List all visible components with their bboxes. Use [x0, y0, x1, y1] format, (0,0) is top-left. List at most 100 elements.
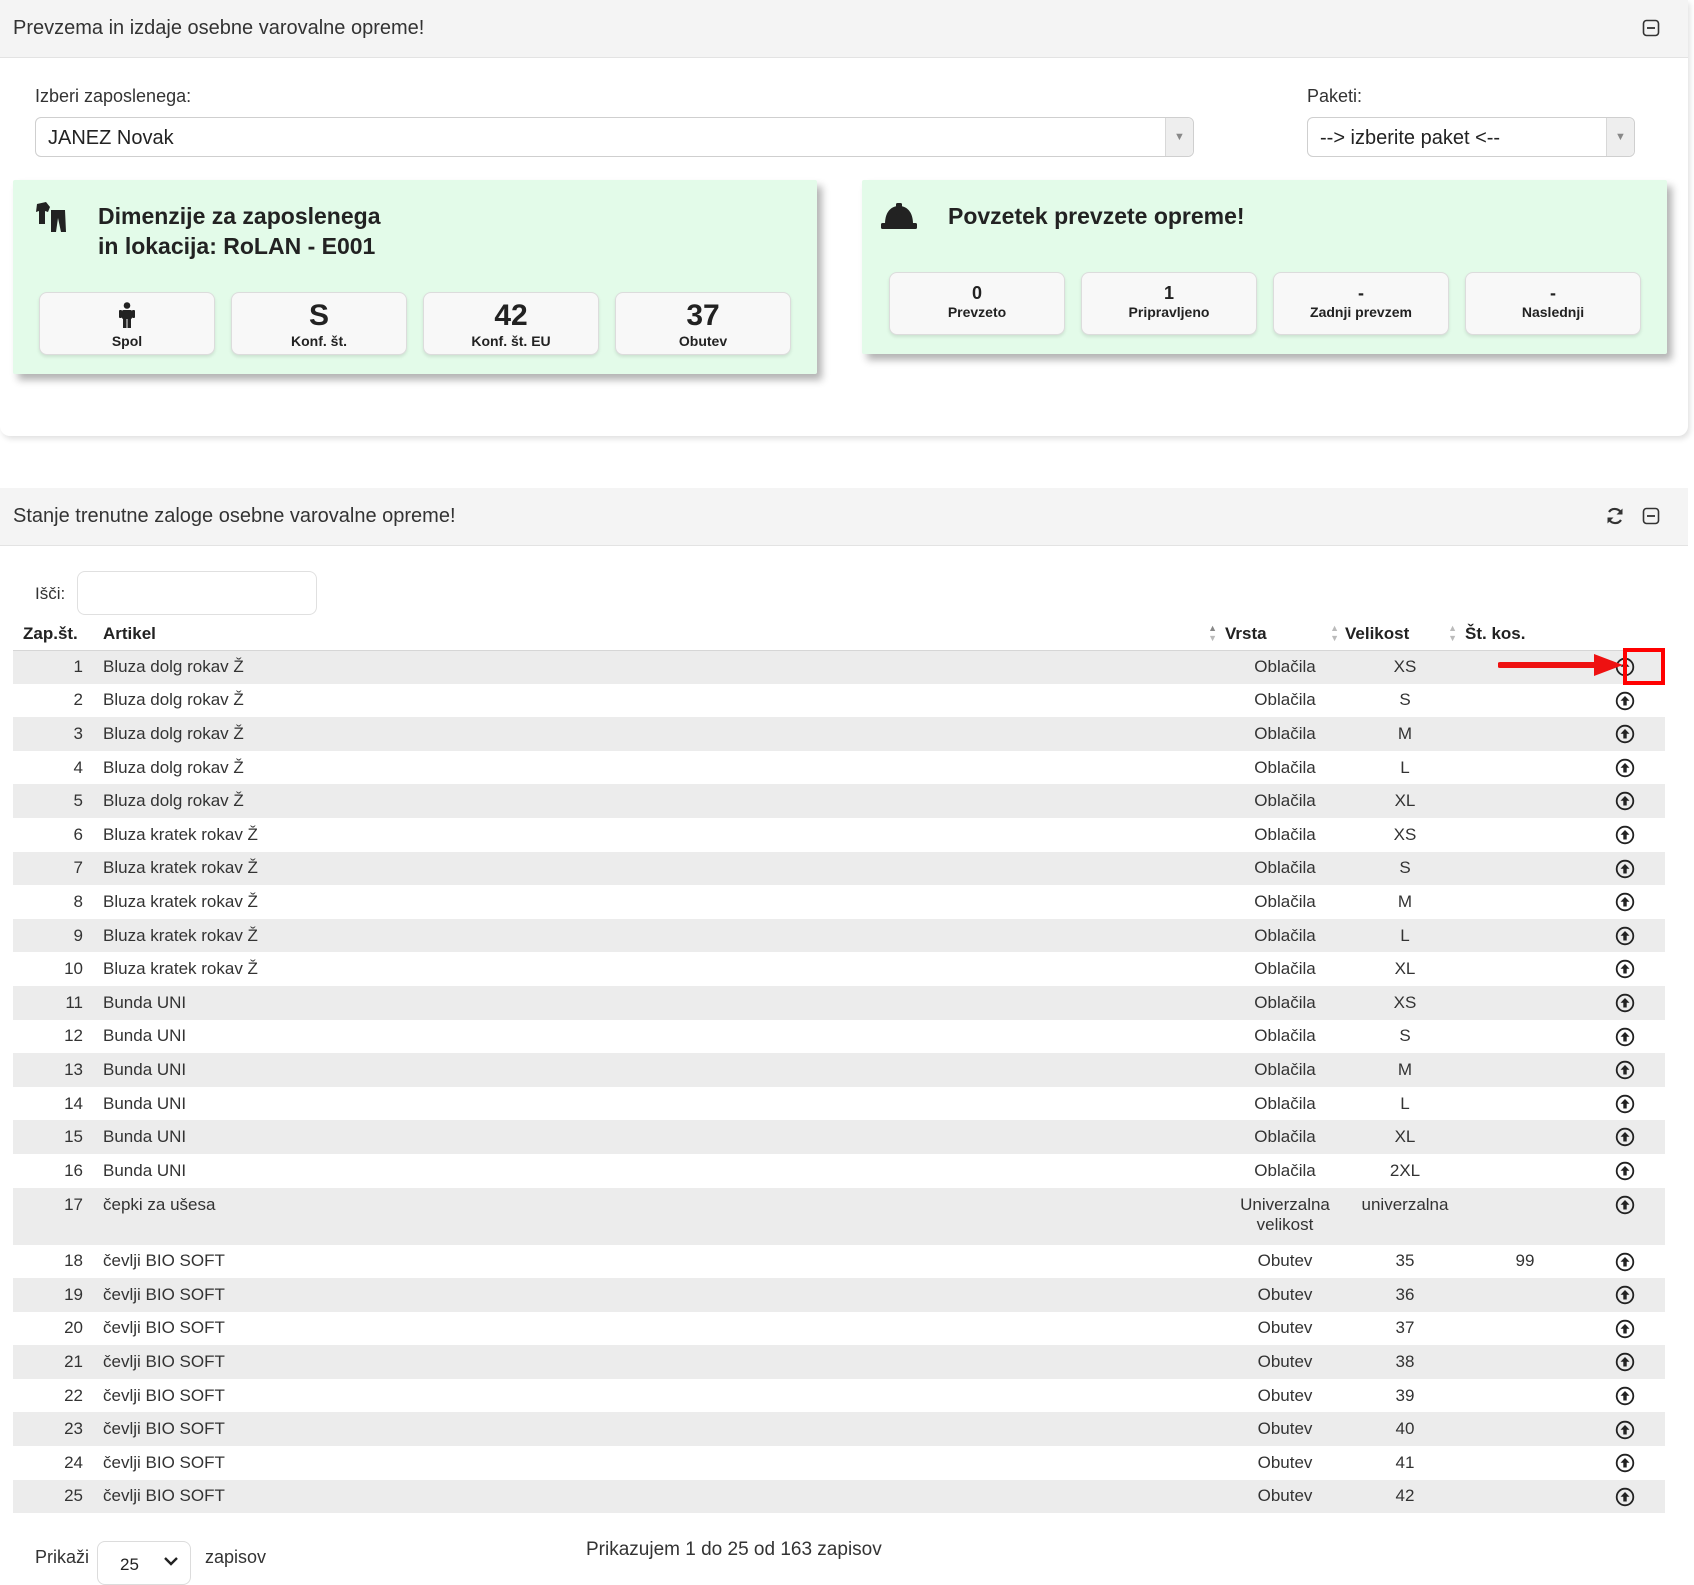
circle-arrow-up-icon[interactable] — [1615, 926, 1635, 946]
circle-arrow-up-icon[interactable] — [1615, 691, 1635, 711]
table-row: 25 čevlji BIO SOFT Obutev 42 — [13, 1479, 1665, 1514]
row-count: 99 — [1515, 1251, 1535, 1271]
circle-arrow-up-icon[interactable] — [1615, 1319, 1635, 1339]
circle-arrow-up-icon[interactable] — [1615, 724, 1635, 744]
row-article: čevlji BIO SOFT — [103, 1318, 225, 1338]
row-size: M — [1397, 1059, 1413, 1079]
collapse-button[interactable] — [1640, 505, 1662, 527]
row-article: Bluza kratek rokav Ž — [103, 959, 258, 979]
row-type: Obutev — [1257, 1284, 1313, 1304]
circle-arrow-up-icon[interactable] — [1615, 993, 1635, 1013]
highlight-box-annotation — [1623, 648, 1665, 685]
table-row: 2 Bluza dolg rokav Ž Oblačila S — [13, 684, 1665, 718]
row-number: 12 — [64, 1026, 83, 1046]
packages-label: Paketi: — [1307, 86, 1363, 106]
row-size: M — [1397, 891, 1413, 911]
table-row: 15 Bunda UNI Oblačila XL — [13, 1120, 1665, 1154]
table-row: 14 Bunda UNI Oblačila L — [13, 1087, 1665, 1121]
collapse-button[interactable] — [1640, 17, 1662, 39]
circle-arrow-up-icon[interactable] — [1615, 1420, 1635, 1440]
circle-arrow-up-icon[interactable] — [1615, 1252, 1635, 1272]
circle-arrow-up-icon[interactable] — [1615, 825, 1635, 845]
row-size: XL — [1394, 791, 1416, 811]
col-header-article[interactable]: Artikel ▲ ▼ — [83, 618, 1225, 651]
row-type: Obutev — [1257, 1486, 1313, 1506]
circle-arrow-up-icon[interactable] — [1615, 1386, 1635, 1406]
col-header-size[interactable]: Velikost ▲ ▼ — [1345, 618, 1465, 651]
col-header-type[interactable]: Vrsta ▲ ▼ — [1225, 618, 1345, 651]
row-count — [1465, 1154, 1585, 1188]
stat-taken: 0 Prevzeto — [889, 272, 1065, 335]
col-header-number[interactable]: Zap.št. — [13, 618, 83, 651]
circle-arrow-up-icon[interactable] — [1615, 1453, 1635, 1473]
circle-arrow-up-icon[interactable] — [1615, 1127, 1635, 1147]
refresh-button[interactable] — [1604, 505, 1626, 527]
circle-arrow-up-icon[interactable] — [1615, 1352, 1635, 1372]
row-count — [1465, 1446, 1585, 1480]
red-arrow-annotation — [1498, 654, 1623, 676]
circle-arrow-up-icon[interactable] — [1615, 959, 1635, 979]
row-article: Bluza dolg rokav Ž — [103, 723, 244, 743]
row-size: S — [1399, 1026, 1411, 1046]
row-number: 10 — [64, 959, 83, 979]
row-action-cell — [1585, 784, 1665, 818]
stat-prepared-value: 1 — [1163, 283, 1174, 303]
stat-konf: S Konf. št. — [231, 292, 407, 355]
row-count — [1465, 952, 1585, 986]
row-action-cell — [1585, 1154, 1665, 1188]
col-header-type-label: Vrsta — [1225, 623, 1267, 643]
col-header-count[interactable]: Št. kos. — [1465, 618, 1585, 651]
row-number: 23 — [64, 1419, 83, 1439]
row-type: Univerzalna velikost — [1240, 1194, 1330, 1234]
row-number: 3 — [73, 723, 83, 743]
dropdown-arrow-icon[interactable]: ▼ — [1165, 118, 1193, 156]
stat-next: - Naslednji — [1465, 272, 1641, 335]
circle-arrow-up-icon[interactable] — [1615, 1195, 1635, 1215]
circle-arrow-up-icon[interactable] — [1615, 1027, 1635, 1047]
row-count — [1465, 1278, 1585, 1312]
row-size: XL — [1394, 1127, 1416, 1147]
row-type: Obutev — [1257, 1385, 1313, 1405]
row-number: 7 — [73, 858, 83, 878]
employee-label: Izberi zaposlenega: — [35, 86, 192, 106]
row-number: 14 — [64, 1093, 83, 1113]
stat-next-value: - — [1550, 283, 1556, 303]
packages-select[interactable]: --> izberite paket <-- ▼ — [1307, 117, 1635, 157]
row-article: Bluza kratek rokav Ž — [103, 925, 258, 945]
row-article: Bluza dolg rokav Ž — [103, 757, 244, 777]
circle-arrow-up-icon[interactable] — [1615, 1094, 1635, 1114]
row-type: Oblačila — [1254, 791, 1316, 811]
row-number: 8 — [73, 891, 83, 911]
dimensions-title: Dimenzije za zaposlenega in lokacija: Ro… — [98, 201, 380, 261]
circle-arrow-up-icon[interactable] — [1615, 758, 1635, 778]
row-count — [1465, 1345, 1585, 1379]
stat-konf-label: Konf. št. — [291, 333, 347, 349]
table-row: 16 Bunda UNI Oblačila 2XL — [13, 1154, 1665, 1188]
show-label: Prikaži — [35, 1547, 90, 1567]
dropdown-arrow-icon[interactable]: ▼ — [1606, 118, 1634, 156]
row-type: Obutev — [1257, 1352, 1313, 1372]
table-row: 6 Bluza kratek rokav Ž Oblačila XS — [13, 818, 1665, 852]
row-count — [1465, 852, 1585, 886]
circle-arrow-up-icon[interactable] — [1615, 1487, 1635, 1507]
row-type: Oblačila — [1254, 824, 1316, 844]
row-count — [1465, 1053, 1585, 1087]
row-number: 22 — [64, 1385, 83, 1405]
circle-arrow-up-icon[interactable] — [1615, 1161, 1635, 1181]
employee-select[interactable]: JANEZ Novak ▼ — [35, 117, 1194, 157]
page-length-select[interactable]: 25 — [97, 1541, 191, 1585]
stock-panel-title: Stanje trenutne zaloge osebne varovalne … — [13, 505, 456, 527]
stat-konf-eu-label: Konf. št. EU — [471, 333, 551, 349]
row-action-cell — [1585, 852, 1665, 886]
circle-arrow-up-icon[interactable] — [1615, 892, 1635, 912]
circle-arrow-up-icon[interactable] — [1615, 1060, 1635, 1080]
table-row: 18 čevlji BIO SOFT Obutev 35 99 — [13, 1245, 1665, 1279]
sort-icon: ▲ ▼ — [1208, 623, 1217, 643]
circle-arrow-up-icon[interactable] — [1615, 791, 1635, 811]
row-article: čevlji BIO SOFT — [103, 1251, 225, 1271]
row-size: S — [1399, 690, 1411, 710]
circle-arrow-up-icon[interactable] — [1615, 1285, 1635, 1305]
row-action-cell — [1585, 1379, 1665, 1413]
search-input[interactable] — [77, 571, 317, 615]
circle-arrow-up-icon[interactable] — [1615, 859, 1635, 879]
